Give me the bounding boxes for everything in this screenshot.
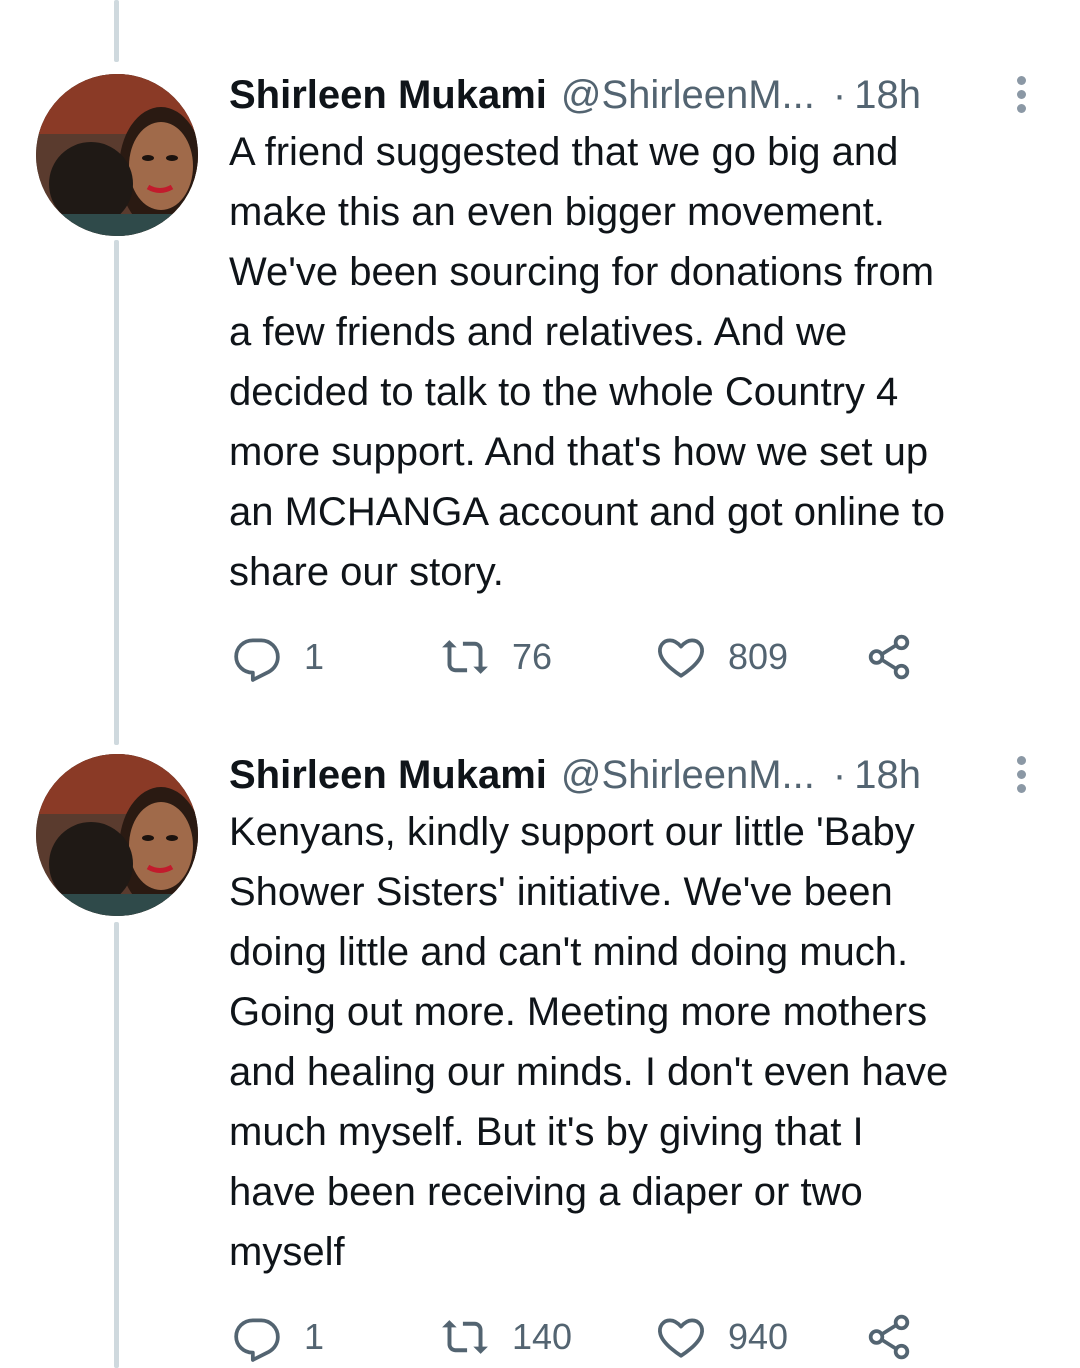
retweet-button[interactable]: 76 bbox=[440, 632, 552, 682]
share-button[interactable] bbox=[864, 1312, 914, 1362]
tweet[interactable]: Shirleen Mukami @ShirleenM... · 18h Keny… bbox=[0, 748, 1080, 1368]
share-icon bbox=[868, 1314, 910, 1360]
tweet-header: Shirleen Mukami @ShirleenM... · 18h bbox=[229, 750, 1080, 800]
avatar[interactable] bbox=[36, 74, 198, 236]
tweet-text-line: an MCHANGA account and got online to bbox=[229, 490, 945, 534]
like-count: 809 bbox=[728, 636, 789, 677]
tweet-text-line: have been receiving a diaper or two bbox=[229, 1170, 863, 1214]
tweet-text: Kenyans, kindly support our little 'Baby… bbox=[229, 802, 1049, 1282]
tweet-text-line: Going out more. Meeting more mothers bbox=[229, 990, 928, 1034]
tweet-actions: 1 76 809 bbox=[232, 632, 932, 682]
share-icon bbox=[868, 634, 910, 680]
heart-icon bbox=[658, 638, 704, 678]
retweet-count: 140 bbox=[512, 1316, 573, 1357]
heart-icon bbox=[658, 1318, 704, 1358]
author-handle[interactable]: @ShirleenM... bbox=[561, 753, 815, 798]
more-options-icon[interactable] bbox=[1014, 756, 1028, 794]
share-button[interactable] bbox=[864, 632, 914, 682]
tweet-text: A friend suggested that we go big and ma… bbox=[229, 122, 1049, 602]
like-button[interactable]: 940 bbox=[656, 1312, 788, 1362]
timestamp[interactable]: 18h bbox=[854, 73, 921, 118]
tweet-text-line: myself bbox=[229, 1230, 345, 1274]
reply-count: 1 bbox=[304, 636, 325, 677]
tweet[interactable]: Shirleen Mukami @ShirleenM... · 18h A fr… bbox=[0, 68, 1080, 708]
tweet-text-line: doing little and can't mind doing much. bbox=[229, 930, 909, 974]
retweet-icon bbox=[442, 640, 488, 674]
tweet-text-line: A friend suggested that we go big and bbox=[229, 130, 899, 174]
author-name[interactable]: Shirleen Mukami bbox=[229, 753, 547, 798]
avatar[interactable] bbox=[36, 754, 198, 916]
timestamp[interactable]: 18h bbox=[854, 753, 921, 798]
retweet-button[interactable]: 140 bbox=[440, 1312, 572, 1362]
tweet-text-line: decided to talk to the whole Country 4 bbox=[229, 370, 899, 414]
reply-icon bbox=[234, 1318, 280, 1362]
tweet-text-line: We've been sourcing for donations from bbox=[229, 250, 935, 294]
reply-button[interactable]: 1 bbox=[232, 1312, 324, 1362]
tweet-text-line: more support. And that's how we set up bbox=[229, 430, 929, 474]
tweet-text-line: and healing our minds. I don't even have bbox=[229, 1050, 949, 1094]
tweet-header: Shirleen Mukami @ShirleenM... · 18h bbox=[229, 70, 1080, 120]
reply-button[interactable]: 1 bbox=[232, 632, 324, 682]
like-count: 940 bbox=[728, 1316, 789, 1357]
tweet-actions: 1 140 940 bbox=[232, 1312, 932, 1362]
tweet-text-line: much myself. But it's by giving that I bbox=[229, 1110, 864, 1154]
retweet-count: 76 bbox=[512, 636, 553, 677]
reply-count: 1 bbox=[304, 1316, 325, 1357]
tweet-text-line: a few friends and relatives. And we bbox=[229, 310, 848, 354]
tweet-text-line: share our story. bbox=[229, 550, 504, 594]
thread-line-top bbox=[114, 0, 119, 62]
tweet-text-line: Shower Sisters' initiative. We've been bbox=[229, 870, 893, 914]
tweet-text-line: Kenyans, kindly support our little 'Baby bbox=[229, 810, 915, 854]
author-handle[interactable]: @ShirleenM... bbox=[561, 73, 815, 118]
like-button[interactable]: 809 bbox=[656, 632, 788, 682]
reply-icon bbox=[234, 638, 280, 682]
separator-dot: · bbox=[832, 72, 847, 117]
more-options-icon[interactable] bbox=[1014, 76, 1028, 114]
author-name[interactable]: Shirleen Mukami bbox=[229, 73, 547, 118]
separator-dot: · bbox=[832, 752, 847, 797]
retweet-icon bbox=[442, 1320, 488, 1354]
tweet-text-line: make this an even bigger movement. bbox=[229, 190, 885, 234]
